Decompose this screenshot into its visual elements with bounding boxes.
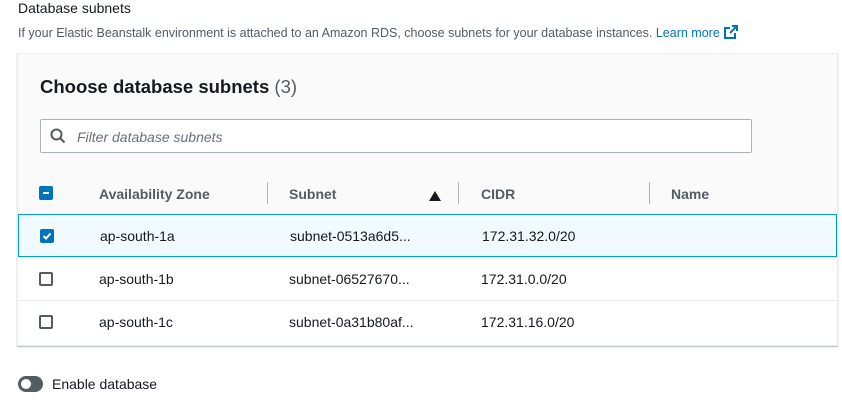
sort-ascending-icon[interactable]: [429, 188, 441, 206]
toggle-knob[interactable]: [21, 379, 31, 389]
panel-count: (3): [274, 76, 298, 97]
column-header-cidr[interactable]: CIDR: [481, 186, 515, 202]
cell-subnet: subnet-06527670...: [289, 271, 410, 287]
cell-cidr: 172.31.0.0/20: [481, 271, 567, 287]
cell-subnet: subnet-0a31b80af...: [289, 314, 414, 330]
cell-subnet: subnet-0513a6d5...: [290, 228, 411, 244]
column-divider[interactable]: [649, 182, 650, 204]
cell-availability-zone: ap-south-1c: [99, 314, 173, 330]
column-divider[interactable]: [267, 182, 268, 204]
column-header-name[interactable]: Name: [671, 186, 709, 202]
filter-input[interactable]: [75, 126, 739, 148]
table-row[interactable]: ap-south-1c subnet-0a31b80af... 172.31.1…: [18, 301, 837, 344]
cell-cidr: 172.31.32.0/20: [482, 228, 576, 244]
section-description: If your Elastic Beanstalk environment is…: [18, 24, 739, 43]
enable-database-toggle[interactable]: [18, 376, 43, 392]
external-link-icon[interactable]: [723, 24, 739, 43]
table-row[interactable]: ap-south-1a subnet-0513a6d5... 172.31.32…: [18, 214, 837, 257]
panel-title-text: Choose database subnets: [40, 76, 270, 97]
table-header: Availability Zone Subnet CIDR Name: [18, 173, 837, 215]
column-header-subnet[interactable]: Subnet: [289, 186, 336, 202]
column-divider[interactable]: [458, 182, 459, 204]
table-row[interactable]: ap-south-1b subnet-06527670... 172.31.0.…: [18, 258, 837, 301]
select-all-checkbox[interactable]: [39, 186, 53, 200]
row-checkbox[interactable]: [39, 315, 53, 329]
filter-field[interactable]: [40, 119, 752, 153]
subnets-table-panel: Choose database subnets (3) Availability…: [17, 53, 838, 346]
enable-database-label[interactable]: Enable database: [52, 376, 157, 392]
cell-availability-zone: ap-south-1b: [99, 271, 174, 287]
search-icon: [50, 128, 66, 149]
cell-availability-zone: ap-south-1a: [100, 228, 175, 244]
section-title: Database subnets: [18, 0, 131, 16]
row-checkbox[interactable]: [39, 272, 53, 286]
description-text: If your Elastic Beanstalk environment is…: [18, 26, 653, 40]
cell-cidr: 172.31.16.0/20: [481, 314, 575, 330]
panel-title: Choose database subnets (3): [40, 76, 297, 98]
row-checkbox[interactable]: [40, 229, 54, 243]
learn-more-link[interactable]: Learn more: [656, 26, 720, 40]
column-header-availability-zone[interactable]: Availability Zone: [99, 186, 210, 202]
